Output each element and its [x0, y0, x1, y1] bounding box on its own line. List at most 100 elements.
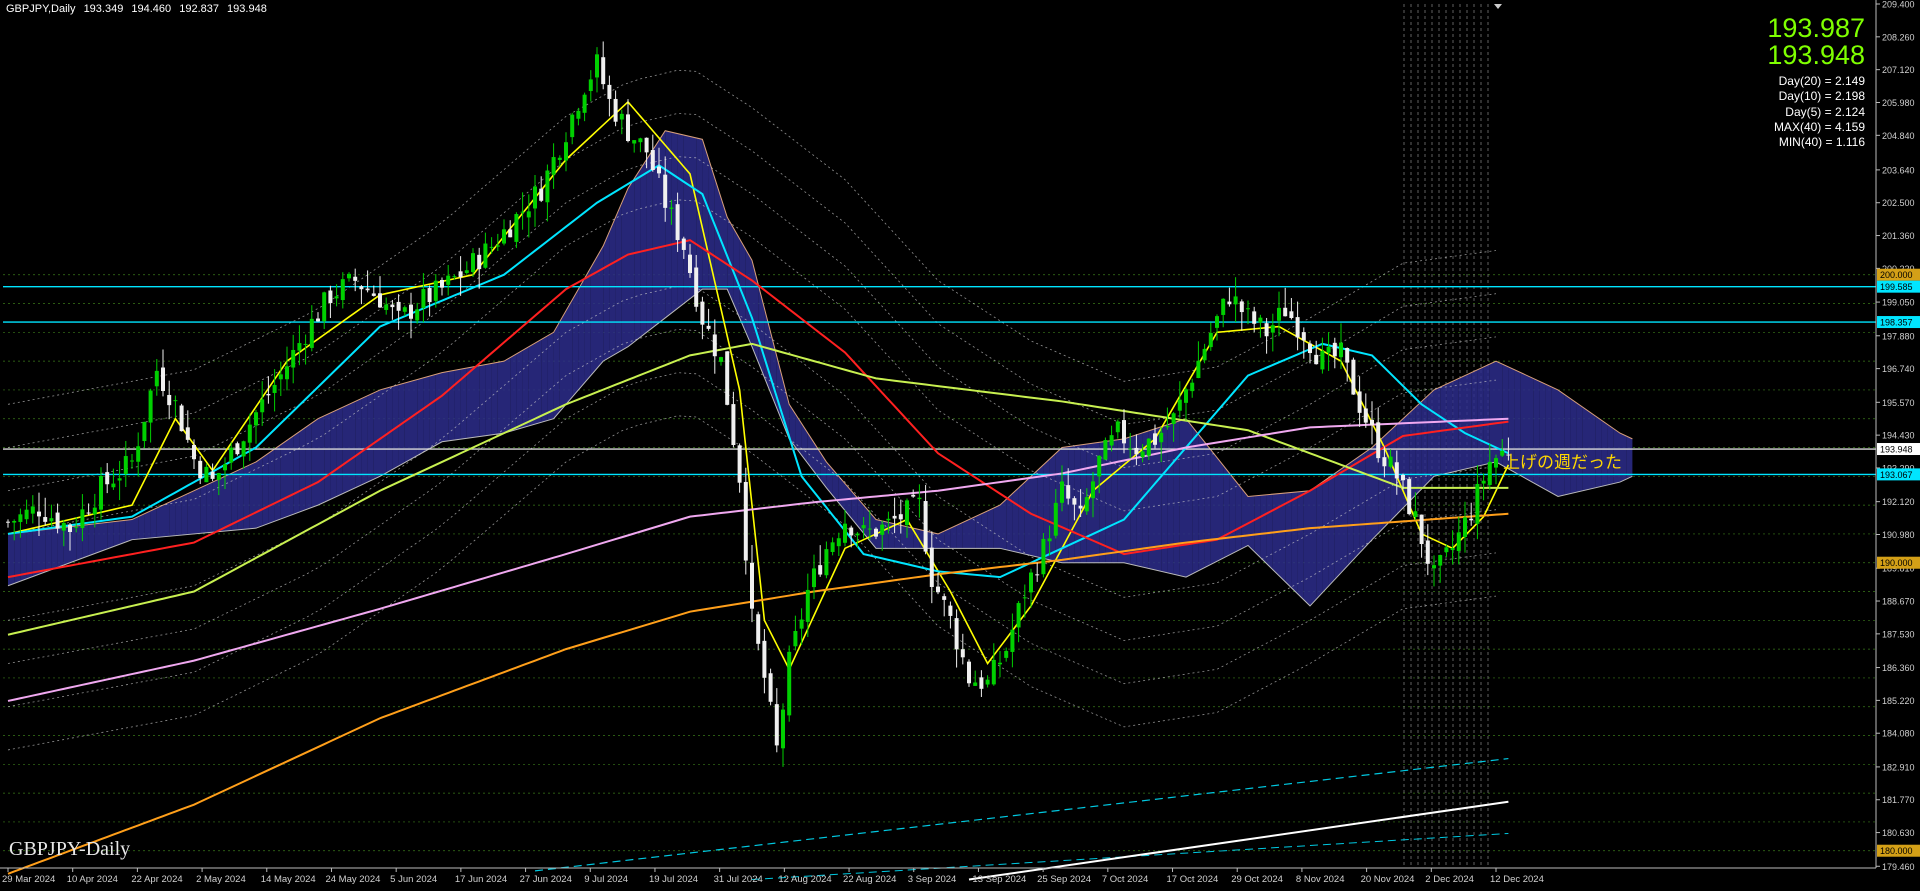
candle-body [477, 254, 482, 270]
candle-body [731, 404, 736, 446]
cloud-segment [324, 412, 331, 503]
candle-body [1463, 517, 1467, 537]
candle-body [396, 301, 401, 311]
candle-body [167, 394, 172, 406]
cloud-segment [411, 379, 418, 460]
x-tick-label: 12 Dec 2024 [1490, 874, 1544, 885]
cloud-segment [163, 502, 170, 537]
candle-body [836, 538, 841, 547]
candle-body [675, 204, 680, 241]
candle-body [433, 280, 438, 301]
candle-body [750, 562, 754, 609]
cloud-segment [318, 415, 325, 506]
close-value: 193.948 [227, 3, 267, 15]
candle-body [1450, 548, 1455, 551]
cloud-segment [442, 371, 449, 442]
candle-body [24, 509, 29, 520]
candle-body [1041, 538, 1046, 575]
cloud-segment [1173, 420, 1180, 576]
candle-body [1190, 382, 1195, 392]
candle-body [1029, 572, 1033, 593]
cloud-segment [305, 423, 312, 510]
cloud-segment [559, 310, 566, 412]
x-tick-label: 27 Jun 2024 [520, 874, 572, 885]
cloud-segment [1365, 447, 1372, 547]
candle-body [613, 98, 618, 122]
cloud-segment [956, 522, 963, 549]
x-tick-label: 29 Oct 2024 [1231, 874, 1283, 885]
candle-body [68, 524, 72, 533]
candle-body [1140, 451, 1145, 458]
candle-body [632, 140, 637, 144]
y-tick-label: 207.120 [1882, 65, 1915, 75]
x-tick-label: 22 Apr 2024 [131, 874, 182, 885]
candle-body [886, 518, 891, 521]
cloud-segment [491, 362, 498, 435]
cloud-segment [256, 457, 263, 529]
candle-body [1177, 399, 1182, 411]
cloud-segment [1167, 422, 1174, 575]
candle-body [136, 446, 141, 462]
candle-body [297, 343, 302, 351]
cloud-segment [51, 528, 58, 570]
cloud-segment [615, 202, 622, 354]
cloud-segment [603, 231, 610, 362]
candle-body [917, 497, 922, 500]
candle-body [626, 114, 630, 142]
candle-body [843, 523, 847, 543]
candle-body [756, 614, 761, 644]
cloud-segment [987, 508, 994, 549]
x-tick-label: 10 Apr 2024 [67, 874, 118, 885]
candle-body [1332, 342, 1337, 357]
candle-body [1159, 432, 1164, 443]
candle-body [688, 254, 692, 274]
x-tick-label: 2 Dec 2024 [1425, 874, 1474, 885]
y-tick-label: 182.910 [1882, 762, 1915, 772]
candle-body [446, 275, 451, 285]
chart-header: GBPJPY,Daily 193.349 194.460 192.837 193… [6, 3, 272, 15]
candle-body [619, 113, 624, 120]
candle-body [712, 334, 717, 357]
cloud-segment [1179, 418, 1186, 578]
candle-body [92, 507, 97, 515]
candle-body [254, 412, 258, 426]
candle-body [818, 565, 823, 575]
candle-body [1072, 498, 1077, 505]
cloud-segment [268, 448, 275, 524]
candle-body [1202, 348, 1207, 361]
cloud-segment [336, 407, 343, 497]
symbol-label: GBPJPY,Daily [6, 3, 76, 15]
candle-body [1264, 323, 1269, 337]
candle-body [1469, 518, 1474, 521]
chart-watermark: GBPJPY-Daily [9, 838, 131, 860]
y-tick-label: 188.670 [1882, 597, 1915, 607]
candle-body [1456, 532, 1461, 552]
candle-body [657, 166, 661, 174]
cloud-segment [969, 516, 976, 549]
candle-body [1109, 435, 1114, 446]
candle-body [545, 170, 550, 203]
candle-body [266, 394, 271, 396]
cloud-segment [287, 436, 294, 517]
candle-body [12, 520, 17, 523]
cloud-segment [584, 267, 591, 383]
cloud-segment [212, 479, 219, 533]
price-chart[interactable]: 209.400 208.260 207.120 205.980 204.840 203.6… [0, 0, 1920, 891]
cloud-segment [119, 520, 126, 545]
cloud-segment [634, 169, 641, 342]
cloud-segment [1564, 394, 1571, 496]
candle-body [384, 304, 389, 310]
candle-body [1382, 457, 1387, 467]
candle-body [936, 586, 940, 593]
cloud-segment [169, 499, 176, 537]
cloud-segment [479, 364, 486, 437]
candle-body [185, 427, 190, 440]
candle-body [1394, 462, 1399, 479]
cloud-segment [144, 510, 151, 539]
stat-day5: Day(5) = 2.124 [1785, 104, 1865, 119]
candle-body [154, 370, 159, 387]
cloud-segment [82, 524, 89, 559]
candle-body [1270, 325, 1275, 333]
cloud-segment [32, 530, 39, 577]
candle-body [86, 512, 91, 514]
